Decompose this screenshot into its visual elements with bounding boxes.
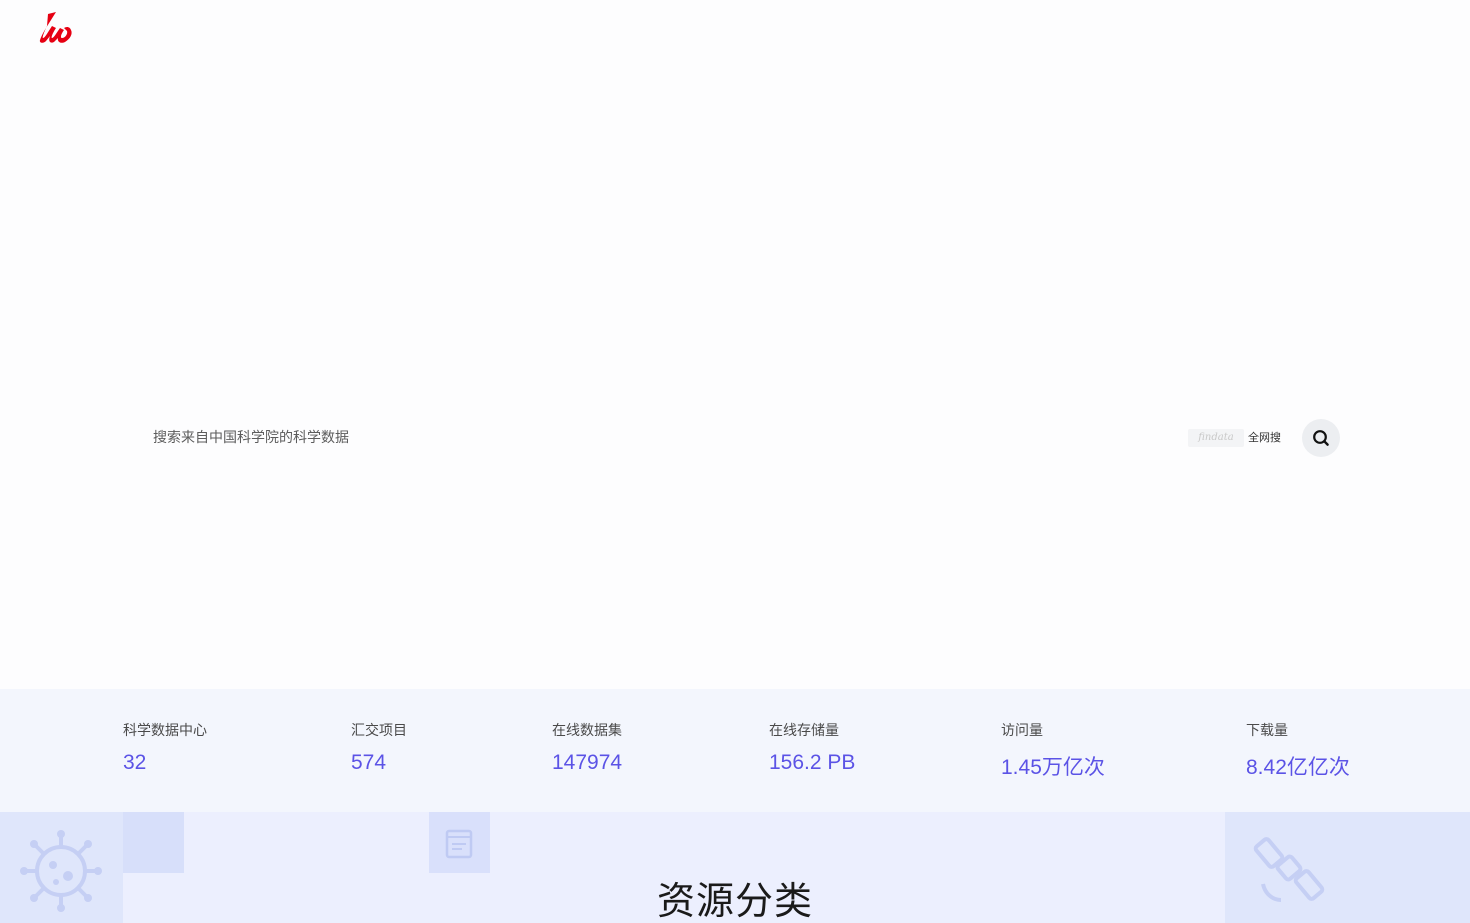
stat-value: 147974 xyxy=(552,751,623,774)
document-icon xyxy=(445,829,473,859)
stat-label: 在线数据集 xyxy=(552,723,622,739)
stat-value: 156.2 PB xyxy=(769,751,856,774)
page: findata 全网搜 科学数据中心 32 汇交项目 574 在线数据集 147… xyxy=(0,0,1470,923)
stat-label: 下载量 xyxy=(1246,723,1288,739)
document-tile[interactable] xyxy=(429,812,490,873)
search-input[interactable] xyxy=(140,418,1170,458)
cas-logo-icon[interactable] xyxy=(36,10,76,46)
search-bar: findata 全网搜 xyxy=(140,418,1340,458)
stat-label: 在线存储量 xyxy=(769,723,839,739)
web-search-link[interactable]: 全网搜 xyxy=(1248,429,1281,447)
search-icon xyxy=(1312,429,1330,447)
stat-value: 1.45万亿次 xyxy=(1001,756,1105,779)
stat-label: 科学数据中心 xyxy=(123,723,207,739)
stat-label: 汇交项目 xyxy=(351,723,407,739)
stat-value: 574 xyxy=(351,751,387,774)
stat-value: 32 xyxy=(123,751,147,774)
color-tile xyxy=(123,812,184,873)
stat-value: 8.42亿亿次 xyxy=(1246,756,1350,779)
findata-badge[interactable]: findata xyxy=(1188,429,1244,447)
section-title: 资源分类 xyxy=(656,879,813,923)
resource-section: 资源分类 xyxy=(0,812,1470,923)
stat-label: 访问量 xyxy=(1001,723,1043,739)
stats-strip: 科学数据中心 32 汇交项目 574 在线数据集 147974 在线存储量 15… xyxy=(0,689,1470,812)
search-button[interactable] xyxy=(1302,419,1340,457)
